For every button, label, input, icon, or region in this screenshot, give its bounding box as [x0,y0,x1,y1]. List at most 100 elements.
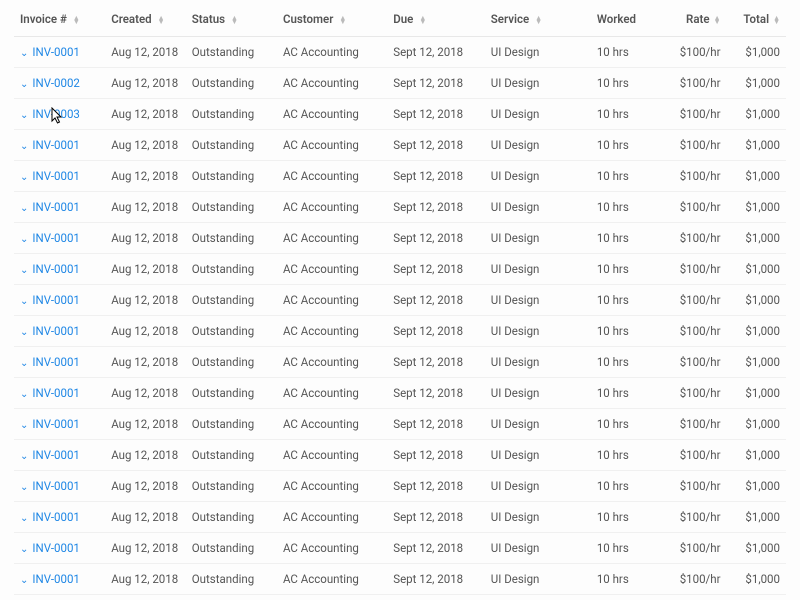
cell-invoice[interactable]: ⌄ INV-0001 [14,316,105,347]
col-header-customer[interactable]: Customer [277,0,387,37]
table-row[interactable]: ⌄INV-0001Aug 12, 2018OutstandingAC Accou… [14,595,786,600]
invoice-link[interactable]: INV-0001 [32,572,79,586]
cell-invoice[interactable]: ⌄ INV-0001 [14,440,105,471]
table-row[interactable]: ⌄INV-0001Aug 12, 2018OutstandingAC Accou… [14,502,786,533]
invoice-link[interactable]: INV-0001 [32,231,79,245]
invoice-link[interactable]: INV-0003 [32,107,79,121]
chevron-down-icon[interactable]: ⌄ [20,389,28,400]
cell-created: Aug 12, 2018 [105,99,186,130]
invoice-link[interactable]: INV-0001 [32,262,79,276]
table-row[interactable]: ⌄INV-0001Aug 12, 2018OutstandingAC Accou… [14,161,786,192]
chevron-down-icon[interactable]: ⌄ [20,296,28,307]
table-row[interactable]: ⌄INV-0001Aug 12, 2018OutstandingAC Accou… [14,471,786,502]
table-row[interactable]: ⌄INV-0001Aug 12, 2018OutstandingAC Accou… [14,440,786,471]
cell-customer: AC Accounting [277,564,387,595]
table-row[interactable]: ⌄INV-0001Aug 12, 2018OutstandingAC Accou… [14,285,786,316]
cell-invoice[interactable]: ⌄ INV-0001 [14,161,105,192]
cell-invoice[interactable]: ⌄ INV-0001 [14,37,105,68]
invoice-link[interactable]: INV-0001 [32,417,79,431]
table-row[interactable]: ⌄INV-0001Aug 12, 2018OutstandingAC Accou… [14,223,786,254]
table-row[interactable]: ⌄INV-0001Aug 12, 2018OutstandingAC Accou… [14,254,786,285]
col-header-total[interactable]: Total [727,0,786,37]
table-row[interactable]: ⌄INV-0001Aug 12, 2018OutstandingAC Accou… [14,316,786,347]
chevron-down-icon[interactable]: ⌄ [20,48,28,59]
table-row[interactable]: ⌄INV-0001Aug 12, 2018OutstandingAC Accou… [14,130,786,161]
table-row[interactable]: ⌄INV-0001Aug 12, 2018OutstandingAC Accou… [14,192,786,223]
sort-icon[interactable] [231,16,238,24]
invoice-link[interactable]: INV-0001 [32,386,79,400]
col-header-service[interactable]: Service [485,0,591,37]
chevron-down-icon[interactable]: ⌄ [20,327,28,338]
cell-invoice[interactable]: ⌄ INV-0001 [14,347,105,378]
invoice-link[interactable]: INV-0001 [32,479,79,493]
sort-icon[interactable] [73,16,80,24]
chevron-down-icon[interactable]: ⌄ [20,203,28,214]
table-row[interactable]: ⌄INV-0001Aug 12, 2018OutstandingAC Accou… [14,409,786,440]
invoice-link[interactable]: INV-0002 [32,76,79,90]
chevron-down-icon[interactable]: ⌄ [20,482,28,493]
col-header-status[interactable]: Status [186,0,277,37]
cell-due: Sept 12, 2018 [387,130,485,161]
invoice-link[interactable]: INV-0001 [32,200,79,214]
sort-icon[interactable] [714,16,721,24]
table-row[interactable]: ⌄INV-0001Aug 12, 2018OutstandingAC Accou… [14,37,786,68]
cell-invoice[interactable]: ⌄ INV-0002 [14,68,105,99]
cell-status: Outstanding [186,37,277,68]
table-row[interactable]: ⌄INV-0002Aug 12, 2018OutstandingAC Accou… [14,68,786,99]
col-header-invoice[interactable]: Invoice # [14,0,105,37]
cell-invoice[interactable]: ⌄ INV-0001 [14,192,105,223]
cell-invoice[interactable]: ⌄ INV-0001 [14,471,105,502]
cell-invoice[interactable]: ⌄INV-0001 [14,595,105,600]
cell-invoice[interactable]: ⌄ INV-0001 [14,223,105,254]
invoice-link[interactable]: INV-0001 [32,448,79,462]
col-header-created[interactable]: Created [105,0,186,37]
sort-icon[interactable] [773,16,780,24]
table-row[interactable]: ⌄INV-0001Aug 12, 2018OutstandingAC Accou… [14,564,786,595]
cell-invoice[interactable]: ⌄ INV-0001 [14,285,105,316]
cell-invoice[interactable]: ⌄ INV-0001 [14,502,105,533]
chevron-down-icon[interactable]: ⌄ [20,544,28,555]
cell-invoice[interactable]: ⌄ INV-0001 [14,254,105,285]
invoice-link[interactable]: INV-0001 [32,324,79,338]
invoice-link[interactable]: INV-0001 [32,45,79,59]
invoice-link[interactable]: INV-0001 [32,541,79,555]
cell-invoice[interactable]: ⌄ INV-0001 [14,564,105,595]
cell-invoice[interactable]: ⌄ INV-0001 [14,533,105,564]
invoice-link[interactable]: INV-0001 [32,293,79,307]
invoice-link[interactable]: INV-0001 [32,355,79,369]
table-row[interactable]: ⌄INV-0001Aug 12, 2018OutstandingAC Accou… [14,347,786,378]
chevron-down-icon[interactable]: ⌄ [20,141,28,152]
cell-invoice[interactable]: ⌄ INV-0001 [14,130,105,161]
chevron-down-icon[interactable]: ⌄ [20,575,28,586]
chevron-down-icon[interactable]: ⌄ [20,420,28,431]
chevron-down-icon[interactable]: ⌄ [20,265,28,276]
table-row[interactable]: ⌄INV-0001Aug 12, 2018OutstandingAC Accou… [14,378,786,409]
col-header-rate[interactable]: Rate [661,0,727,37]
chevron-down-icon[interactable]: ⌄ [20,110,28,121]
cell-invoice[interactable]: ⌄ INV-0001 [14,409,105,440]
cell-worked: 10 hrs [591,347,661,378]
cell-invoice[interactable]: ⌄ INV-0001 [14,378,105,409]
chevron-down-icon[interactable]: ⌄ [20,358,28,369]
chevron-down-icon[interactable]: ⌄ [20,172,28,183]
cell-customer: AC Accounting [277,285,387,316]
cell-invoice[interactable]: ⌄ INV-0003 [14,99,105,130]
invoice-link[interactable]: INV-0001 [32,138,79,152]
chevron-down-icon[interactable]: ⌄ [20,513,28,524]
sort-icon[interactable] [419,16,426,24]
chevron-down-icon[interactable]: ⌄ [20,79,28,90]
table-row[interactable]: ⌄INV-0003Aug 12, 2018OutstandingAC Accou… [14,99,786,130]
chevron-down-icon[interactable]: ⌄ [20,234,28,245]
col-header-worked[interactable]: Worked [591,0,661,37]
chevron-down-icon[interactable]: ⌄ [20,451,28,462]
sort-icon[interactable] [535,16,542,24]
cell-created: Aug 12, 2018 [105,595,186,600]
table-row[interactable]: ⌄INV-0001Aug 12, 2018OutstandingAC Accou… [14,533,786,564]
sort-icon[interactable] [158,16,165,24]
sort-icon[interactable] [339,16,346,24]
invoice-link[interactable]: INV-0001 [32,169,79,183]
col-header-due[interactable]: Due [387,0,485,37]
cell-total: $1,000 [727,68,786,99]
cell-total: $1,000 [727,37,786,68]
invoice-link[interactable]: INV-0001 [32,510,79,524]
